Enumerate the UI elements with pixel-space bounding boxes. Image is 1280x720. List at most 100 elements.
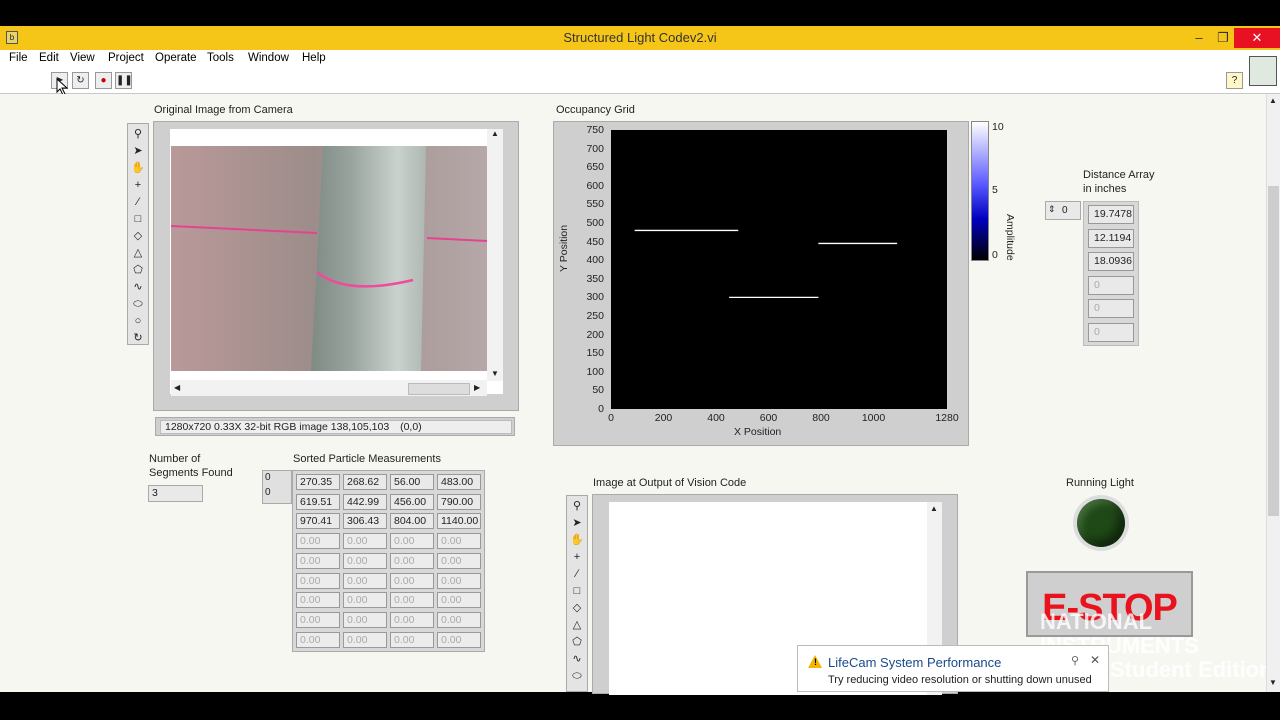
menu-window[interactable]: Window [248,52,289,64]
context-help-icon[interactable]: ? [1226,72,1243,89]
menu-file[interactable]: File [9,52,28,64]
rotated-rect-icon[interactable]: ◇ [130,228,146,244]
scroll-thumb[interactable] [408,383,470,395]
table-cell[interactable]: 0.00 [437,592,481,609]
scroll-down-icon[interactable]: ▼ [1269,678,1277,687]
panel-vscrollbar[interactable]: ▲ ▼ [1266,94,1280,692]
ellipse-icon[interactable]: ⬭ [569,668,585,684]
table-cell[interactable]: 0.00 [296,611,340,628]
row-index-value[interactable]: 0 [265,472,271,483]
zoom-icon[interactable]: ⚲ [569,498,585,514]
table-cell[interactable]: 0.00 [390,592,434,609]
zoom-icon[interactable]: ⚲ [130,126,146,142]
line-icon[interactable]: ∕ [569,566,585,582]
distance-cell[interactable]: 0 [1088,276,1134,295]
table-cell[interactable]: 0.00 [343,592,387,609]
rectangle-icon[interactable]: □ [569,583,585,599]
table-cell[interactable]: 804.00 [390,513,434,530]
pin-icon[interactable]: ⚲ [1071,654,1079,667]
table-cell[interactable]: 0.00 [296,592,340,609]
table-cell[interactable]: 0.00 [390,611,434,628]
line-icon[interactable]: ∕ [130,194,146,210]
table-cell[interactable]: 0.00 [296,552,340,569]
table-cell[interactable]: 306.43 [343,513,387,530]
abort-execution-icon[interactable]: ● [95,72,112,89]
table-cell[interactable]: 0.00 [437,611,481,628]
menu-operate[interactable]: Operate [155,52,197,64]
freehand-icon[interactable]: ∿ [130,279,146,295]
table-cell[interactable]: 0.00 [296,572,340,589]
table-cell[interactable]: 0.00 [343,631,387,648]
table-cell[interactable]: 0.00 [390,631,434,648]
rotated-rect-icon[interactable]: ◇ [569,600,585,616]
camera-image[interactable] [171,146,487,371]
pan-hand-icon[interactable]: ✋ [130,160,146,176]
run-continuously-icon[interactable]: ↻ [72,72,89,89]
polygon-icon[interactable]: ⬠ [130,262,146,278]
menu-edit[interactable]: Edit [39,52,59,64]
distance-cell[interactable]: 18.0936 [1088,252,1134,271]
table-cell[interactable]: 442.99 [343,493,387,510]
select-arrow-icon[interactable]: ➤ [569,515,585,531]
pause-icon[interactable]: ❚❚ [115,72,133,89]
table-cell[interactable]: 0.00 [343,533,387,550]
notification-toast[interactable]: ! LifeCam System Performance ⚲ ✕ Try red… [797,645,1109,692]
table-cell[interactable]: 0.00 [343,611,387,628]
amplitude-colorbar[interactable] [971,121,989,261]
particle-table-index[interactable]: 0 0 [262,470,292,504]
table-cell[interactable]: 268.62 [343,474,387,490]
table-cell[interactable]: 270.35 [296,474,340,490]
vi-connector-icon[interactable] [1249,56,1277,86]
menu-project[interactable]: Project [108,52,144,64]
distance-array-index[interactable]: ⇕ 0 [1045,201,1081,220]
table-cell[interactable]: 0.00 [296,631,340,648]
menu-view[interactable]: View [70,52,95,64]
select-arrow-icon[interactable]: ➤ [130,143,146,159]
table-cell[interactable]: 0.00 [390,533,434,550]
distance-cell[interactable]: 0 [1088,299,1134,318]
scroll-up-icon[interactable]: ▲ [930,504,938,513]
index-stepper-icon[interactable]: ⇕ [1048,204,1056,215]
col-index-value[interactable]: 0 [265,487,271,498]
scroll-up-icon[interactable]: ▲ [491,129,499,138]
polygon-icon[interactable]: ⬠ [569,634,585,650]
circle-icon[interactable]: ○ [130,313,146,329]
table-cell[interactable]: 456.00 [390,493,434,510]
table-cell[interactable]: 0.00 [343,572,387,589]
annulus-icon[interactable]: △ [130,245,146,261]
annulus-icon[interactable]: △ [569,617,585,633]
table-cell[interactable]: 970.41 [296,513,340,530]
scroll-right-icon[interactable]: ▶ [474,383,480,392]
distance-cell[interactable]: 12.1194 [1088,229,1134,248]
menu-help[interactable]: Help [302,52,326,64]
camera-vscrollbar[interactable] [487,129,503,381]
table-cell[interactable]: 0.00 [437,552,481,569]
table-cell[interactable]: 0.00 [390,572,434,589]
scroll-up-icon[interactable]: ▲ [1269,96,1277,105]
distance-cell[interactable]: 19.7478 [1088,205,1134,224]
close-button[interactable]: ✕ [1234,28,1280,48]
table-cell[interactable]: 0.00 [296,533,340,550]
scroll-left-icon[interactable]: ◀ [174,383,180,392]
panel-scroll-thumb[interactable] [1268,186,1279,516]
table-cell[interactable]: 0.00 [437,572,481,589]
table-cell[interactable]: 0.00 [437,533,481,550]
point-icon[interactable]: + [569,549,585,565]
table-cell[interactable]: 1140.00 [437,513,481,530]
menu-tools[interactable]: Tools [207,52,234,64]
table-cell[interactable]: 0.00 [343,552,387,569]
lasso-icon[interactable]: ↻ [130,330,146,346]
table-cell[interactable]: 483.00 [437,474,481,490]
occupancy-grid-plot[interactable] [611,130,947,409]
distance-index-value[interactable]: 0 [1062,205,1068,216]
table-cell[interactable]: 790.00 [437,493,481,510]
table-cell[interactable]: 0.00 [437,631,481,648]
freehand-icon[interactable]: ∿ [569,651,585,667]
table-cell[interactable]: 0.00 [390,552,434,569]
table-cell[interactable]: 56.00 [390,474,434,490]
close-icon[interactable]: ✕ [1090,653,1100,667]
point-icon[interactable]: + [130,177,146,193]
table-cell[interactable]: 619.51 [296,493,340,510]
distance-cell[interactable]: 0 [1088,323,1134,342]
ellipse-icon[interactable]: ⬭ [130,296,146,312]
